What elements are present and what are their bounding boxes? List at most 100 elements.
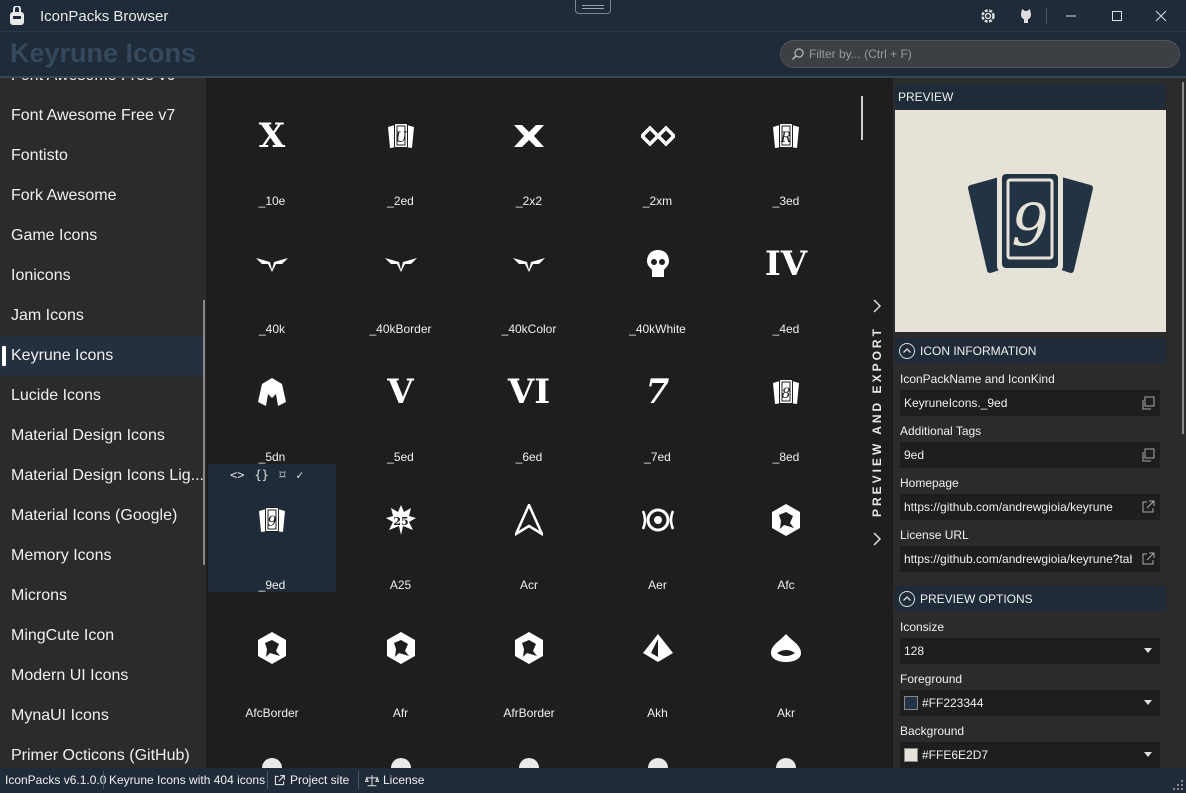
sidebar-item[interactable]: Game Icons	[0, 216, 204, 256]
sidebar-item[interactable]: Material Design Icons	[0, 416, 204, 456]
foreground-swatch	[904, 696, 918, 710]
resize-grip-icon[interactable]	[1173, 780, 1183, 790]
tags-field[interactable]: 9ed	[900, 442, 1160, 468]
icon-tile[interactable]: _40kBorder	[337, 208, 465, 336]
sidebar-item[interactable]: Primer Octicons (GitHub)	[0, 736, 204, 768]
sidebar-item[interactable]: MynaUI Icons	[0, 696, 204, 736]
github-button[interactable]	[1014, 0, 1038, 32]
maximize-icon	[1112, 11, 1122, 21]
iconpack-value: KeyruneIcons._9ed	[904, 396, 1008, 410]
sidebar-item[interactable]: Material Design Icons Lig...	[0, 456, 204, 496]
icon-tile-partial[interactable]	[390, 758, 411, 768]
gear-icon	[981, 9, 995, 23]
sidebar-item-label: Fontisto	[11, 147, 68, 164]
sidebar-item[interactable]: Jam Icons	[0, 296, 204, 336]
sidebar-item[interactable]: Material Icons (Google)	[0, 496, 204, 536]
copy-xaml-button[interactable]: <>	[230, 468, 244, 484]
icon-tile[interactable]: 25 A25	[337, 464, 465, 592]
external-link-icon[interactable]	[1140, 499, 1156, 515]
copy-check-button[interactable]: ✓	[296, 468, 303, 484]
sidebar-scrollbar[interactable]	[203, 300, 205, 565]
icon-tile[interactable]: 8 _8ed	[722, 336, 850, 464]
icon-glyph	[766, 628, 806, 668]
copy-code-button[interactable]: {}	[254, 468, 268, 484]
close-button[interactable]	[1148, 0, 1174, 32]
icon-tile[interactable]: X _10e	[208, 80, 336, 208]
project-site-link[interactable]: Project site	[273, 773, 349, 787]
search-input[interactable]	[809, 41, 1169, 67]
homepage-field[interactable]: https://github.com/andrewgioia/keyrune	[900, 494, 1160, 520]
page-title: Keyrune Icons	[10, 38, 197, 68]
sidebar-item[interactable]: Memory Icons	[0, 536, 204, 576]
icon-tile[interactable]: _40kWhite	[594, 208, 722, 336]
icon-tile[interactable]: 7 _7ed	[594, 336, 722, 464]
icon-name: _7ed	[644, 450, 671, 464]
background-select[interactable]: #FFE6E2D7	[900, 742, 1160, 768]
copy-icon[interactable]	[1140, 395, 1156, 411]
icon-tile-partial[interactable]	[647, 758, 668, 768]
icon-glyph	[509, 116, 549, 156]
icon-tile[interactable]: V _5ed	[337, 336, 465, 464]
iconsize-select[interactable]: 128	[900, 638, 1160, 664]
sidebar-item[interactable]: Lucide Icons	[0, 376, 204, 416]
icon-tile[interactable]: IV _4ed	[722, 208, 850, 336]
external-link-icon[interactable]	[1140, 551, 1156, 567]
maximize-button[interactable]	[1104, 0, 1130, 32]
icon-name: _40kColor	[501, 322, 557, 336]
grid-scrollbar[interactable]	[861, 96, 863, 140]
icon-tile[interactable]: Akr	[722, 592, 850, 720]
preview-image: 9	[895, 110, 1166, 332]
icon-info-title: ICON INFORMATION	[920, 343, 1037, 358]
icon-tile[interactable]: Afr	[337, 592, 465, 720]
copy-export-button[interactable]: ⌑	[279, 468, 286, 484]
icon-tile[interactable]: _40k	[208, 208, 336, 336]
icon-tile[interactable]: R _3ed	[722, 80, 850, 208]
sidebar-item[interactable]: Fontisto	[0, 136, 204, 176]
sidebar-item[interactable]: Fork Awesome	[0, 176, 204, 216]
icon-tile[interactable]: _2xm	[594, 80, 722, 208]
icon-glyph	[252, 244, 292, 284]
search-box[interactable]	[780, 40, 1180, 68]
sidebar-item[interactable]: Ionicons	[0, 256, 204, 296]
sidebar-item-label: Game Icons	[11, 227, 98, 244]
icon-tile[interactable]: 9 _9ed <> {} ⌑ ✓	[208, 464, 336, 592]
github-icon	[1021, 9, 1031, 23]
icon-tile[interactable]: Aer	[594, 464, 722, 592]
svg-text:8: 8	[782, 386, 791, 402]
iconpack-field[interactable]: KeyruneIcons._9ed	[900, 390, 1160, 416]
license-label: License URL	[900, 528, 969, 542]
sidebar-item[interactable]: Keyrune Icons	[0, 336, 204, 376]
panel-scrollbar[interactable]	[1182, 82, 1184, 434]
settings-button[interactable]	[976, 0, 1000, 32]
icon-tile[interactable]: Akh	[594, 592, 722, 720]
foreground-select[interactable]: #FF223344	[900, 690, 1160, 716]
license-link[interactable]: License	[365, 773, 424, 787]
icon-tile[interactable]: AfrBorder	[465, 592, 593, 720]
sidebar-item[interactable]: MingCute Icon	[0, 616, 204, 656]
icon-tile[interactable]: _5dn	[208, 336, 336, 464]
icon-tile-partial[interactable]	[519, 758, 539, 768]
sidebar-item[interactable]: Font Awesome Free v7	[0, 96, 204, 136]
icon-info-header[interactable]: ICON INFORMATION	[895, 338, 1166, 363]
icon-tile-partial[interactable]	[262, 758, 282, 768]
sidebar-item-label: Lucide Icons	[11, 387, 101, 404]
preview-options-header[interactable]: PREVIEW OPTIONS	[895, 586, 1166, 611]
chevron-down-icon	[1144, 648, 1152, 653]
title-bar: IconPacks Browser	[0, 0, 1186, 32]
icon-tile-partial[interactable]	[776, 758, 796, 768]
sidebar-item[interactable]: Font Awesome Free v6	[0, 78, 204, 96]
minimize-button[interactable]	[1058, 0, 1084, 32]
copy-icon[interactable]	[1140, 447, 1156, 463]
icon-tile[interactable]: Acr	[465, 464, 593, 592]
sidebar-item[interactable]: Modern UI Icons	[0, 656, 204, 696]
icon-tile[interactable]: _2x2	[465, 80, 593, 208]
drag-handle[interactable]	[575, 0, 611, 14]
sidebar-item[interactable]: Microns	[0, 576, 204, 616]
icon-tile[interactable]: _40kColor	[465, 208, 593, 336]
icon-tile[interactable]: AfcBorder	[208, 592, 336, 720]
sidebar-item-label: Ionicons	[11, 267, 71, 284]
icon-tile[interactable]: U _2ed	[337, 80, 465, 208]
icon-tile[interactable]: VI _6ed	[465, 336, 593, 464]
license-field[interactable]: https://github.com/andrewgioia/keyrune?t…	[900, 546, 1160, 572]
icon-tile[interactable]: Afc	[722, 464, 850, 592]
